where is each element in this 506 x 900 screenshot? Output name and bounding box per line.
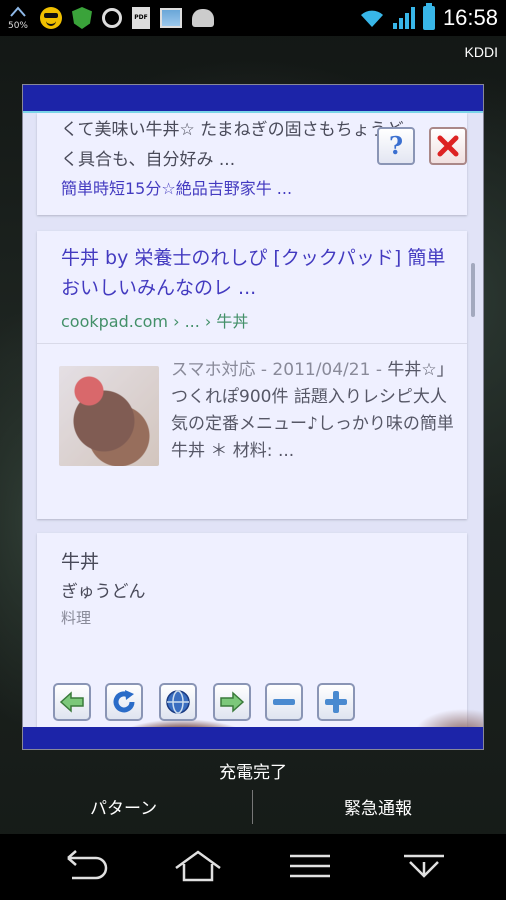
popup-title-bar[interactable] (23, 85, 483, 113)
result-description: スマホ対応 - 2011/04/21 - 牛丼☆」つくれぽ900件 話題入りレシ… (171, 357, 457, 465)
related-recipe-link[interactable]: 簡単時短15分☆絶品吉野家牛 ... (61, 175, 292, 199)
pdf-label: PDF (134, 14, 148, 21)
food-image-strip (23, 703, 483, 727)
popup-window: くて美味い牛丼☆ たまねぎの固さもちょうど く具合も、自分好み ... 簡単時短… (22, 84, 484, 750)
close-icon (437, 135, 459, 157)
zoom-out-button[interactable] (265, 683, 303, 721)
help-button[interactable]: ? (377, 127, 415, 165)
back-arrow-icon (59, 691, 84, 713)
nav-back-button[interactable] (54, 848, 110, 884)
forward-button[interactable] (213, 683, 251, 721)
back-button[interactable] (53, 683, 91, 721)
clock: 16:58 (442, 5, 498, 30)
popup-bottom-bar (23, 727, 483, 749)
result-url: cookpad.com › ... › 牛丼 (61, 312, 249, 331)
forward-arrow-icon (220, 691, 245, 713)
divider (252, 790, 253, 824)
knowledge-card[interactable]: 牛丼 ぎゅうどん 料理 (37, 533, 467, 727)
globe-icon (166, 690, 190, 714)
knowledge-title: 牛丼 (61, 551, 100, 573)
knowledge-type: 料理 (61, 609, 92, 627)
wifi-icon (360, 10, 383, 27)
back-icon (67, 850, 108, 880)
status-bar: 50% PDF 16:58 (0, 0, 506, 36)
web-viewport[interactable]: くて美味い牛丼☆ たまねぎの固さもちょうど く具合も、自分好み ... 簡単時短… (23, 113, 483, 727)
photo-icon (160, 8, 182, 28)
minus-icon (273, 699, 295, 705)
search-result-card: 牛丼 by 栄養士のれしぴ [クックパッド] 簡単おいしいみんなのレ ... c… (37, 231, 467, 519)
lockscreen-actions: パターン 緊急通報 (0, 784, 506, 830)
snippet-line-1: くて美味い牛丼☆ たまねぎの固さもちょうど (61, 120, 404, 140)
android-icon (192, 9, 214, 27)
alarm-icon (102, 8, 122, 28)
nav-hide-button[interactable] (396, 848, 452, 884)
charge-status: 充電完了 (219, 763, 287, 783)
plus-icon (325, 691, 347, 713)
result-title-link[interactable]: 牛丼 by 栄養士のれしぴ [クックパッド] 簡単おいしいみんなのレ ... (61, 243, 451, 303)
close-button[interactable] (429, 127, 467, 165)
gyudon-thumbnail[interactable] (59, 366, 159, 466)
battery-icon (422, 3, 435, 30)
refresh-button[interactable] (105, 683, 143, 721)
battery-saver-icon: 50% (6, 6, 30, 31)
battery-percent: 50% (7, 21, 28, 31)
carrier-label: KDDI (464, 44, 498, 60)
home-icon (175, 850, 221, 882)
scrollbar[interactable] (471, 263, 475, 317)
pattern-button[interactable]: パターン (90, 794, 157, 819)
home-page-button[interactable] (159, 683, 197, 721)
emergency-call-button[interactable]: 緊急通報 (344, 794, 412, 819)
hide-icon (404, 854, 444, 878)
result-meta: スマホ対応 - 2011/04/21 - (171, 360, 388, 380)
help-label: ? (388, 131, 404, 160)
zoom-in-button[interactable] (317, 683, 355, 721)
snippet-line-2: く具合も、自分好み ... (61, 150, 236, 170)
navigation-bar (0, 834, 506, 900)
signal-icon (392, 7, 415, 29)
divider (37, 343, 467, 344)
refresh-icon (113, 690, 135, 713)
pdf-icon: PDF (132, 7, 150, 29)
knowledge-reading: ぎゅうどん (61, 582, 146, 602)
nav-home-button[interactable] (170, 848, 226, 884)
shield-icon (72, 7, 92, 29)
menu-icon (290, 854, 330, 878)
smiley-icon (40, 7, 62, 29)
nav-menu-button[interactable] (282, 848, 338, 884)
